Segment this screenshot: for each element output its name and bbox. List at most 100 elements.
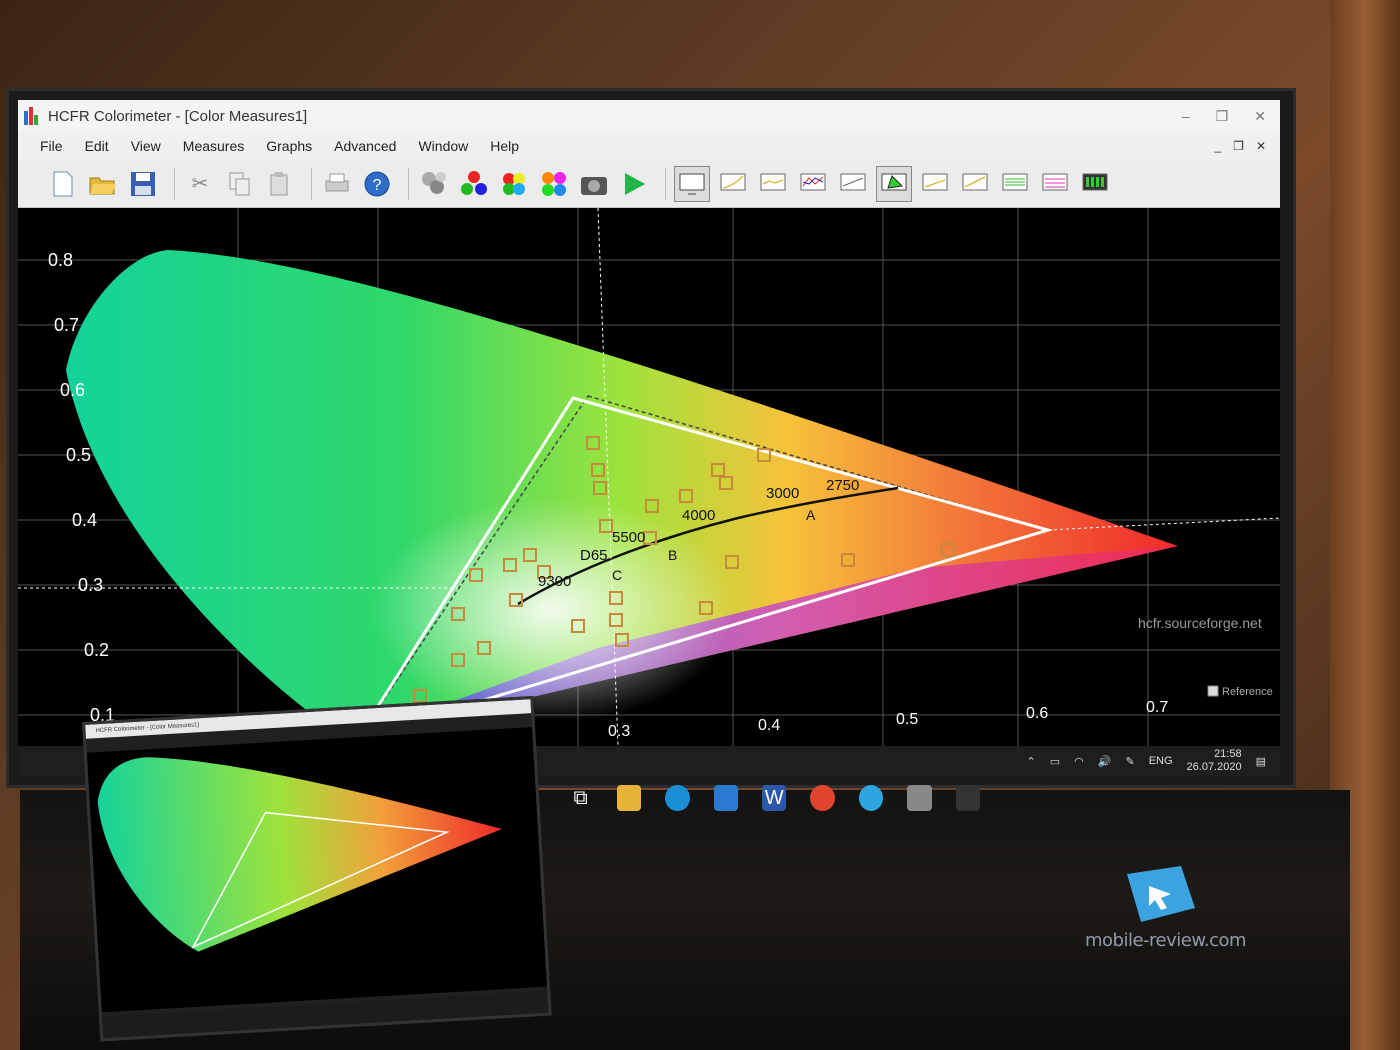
clock-date: 26.07.2020 xyxy=(1186,761,1242,773)
gamma-icon[interactable] xyxy=(716,167,750,201)
reference-label: Reference xyxy=(1222,686,1273,698)
temperature-label: 9300 xyxy=(538,573,571,590)
saturation-shift-icon[interactable] xyxy=(998,167,1032,201)
toolbar-separator xyxy=(665,167,666,200)
maximize-button[interactable]: ❐ xyxy=(1216,108,1229,125)
camera-icon[interactable] xyxy=(577,167,611,201)
temperature-label: D65 xyxy=(580,547,608,564)
chrome-icon[interactable] xyxy=(810,785,835,811)
toolbar-separator xyxy=(311,167,312,200)
menu-graphs[interactable]: Graphs xyxy=(255,138,323,154)
laptop-screen: HCFR Colorimeter - [Color Measures1] xyxy=(82,695,552,1042)
minimize-button[interactable]: – xyxy=(1182,108,1190,125)
rgb-levels-icon[interactable] xyxy=(796,167,830,201)
cie-chart-area: 0.8 0.7 0.6 0.5 0.4 0.3 0.2 0.1 0.3 0.4 0.5 0.6 0.7 9… xyxy=(18,207,1280,747)
credit-text: hcfr.sourceforge.net xyxy=(1138,615,1262,631)
menu-file[interactable]: File xyxy=(18,138,74,154)
y-tick-label: 0.6 xyxy=(60,380,85,400)
wifi-icon[interactable]: ◠ xyxy=(1074,755,1084,768)
sensor-icon[interactable] xyxy=(417,167,451,201)
x-tick-label: 0.4 xyxy=(758,717,780,734)
help-icon[interactable]: ? xyxy=(360,167,394,201)
luminance-icon[interactable] xyxy=(756,167,790,201)
cut-icon[interactable]: ✂ xyxy=(183,167,217,201)
telegram-icon[interactable] xyxy=(858,785,884,811)
menu-bar: File Edit View Measures Graphs Advanced … xyxy=(18,132,1280,160)
y-tick-label: 0.8 xyxy=(48,250,73,270)
menu-view[interactable]: View xyxy=(120,138,172,154)
doc-restore-button[interactable]: ❐ xyxy=(1233,139,1244,153)
colors-icon[interactable] xyxy=(497,167,531,201)
cie-diagram: 0.80.70.60.50.40.30.20.10.3 0.4 0.5 0.6 0.79… xyxy=(18,207,1280,747)
x-tick-label: 0.6 xyxy=(1026,705,1048,722)
measures-view-icon[interactable] xyxy=(674,165,710,202)
new-icon[interactable] xyxy=(46,167,80,201)
near-white-icon[interactable] xyxy=(958,167,992,201)
saturation-lum-icon[interactable] xyxy=(1038,167,1072,201)
menu-measures[interactable]: Measures xyxy=(172,138,255,154)
laptop-cie-chart xyxy=(86,727,548,1013)
menu-edit[interactable]: Edit xyxy=(74,138,120,154)
temperature-label: 2750 xyxy=(826,477,859,494)
doc-close-button[interactable]: ✕ xyxy=(1256,139,1266,153)
reference-checkbox[interactable] xyxy=(1207,685,1219,697)
pen-icon[interactable]: ✎ xyxy=(1125,755,1134,768)
edge-icon[interactable] xyxy=(665,785,690,811)
calculator-icon[interactable] xyxy=(907,785,932,811)
toolbar-separator xyxy=(408,167,409,200)
save-icon[interactable] xyxy=(126,167,160,201)
x-tick-label: 0.3 xyxy=(608,723,630,740)
color-comparator-icon[interactable] xyxy=(1078,167,1112,201)
open-icon[interactable] xyxy=(86,167,120,201)
window-title: HCFR Colorimeter - [Color Measures1] xyxy=(48,107,308,125)
doc-minimize-button[interactable]: _ xyxy=(1214,139,1221,153)
y-tick-label: 0.2 xyxy=(84,640,109,660)
watermark-logo-icon xyxy=(1127,866,1195,922)
app-logo-icon xyxy=(24,107,42,125)
tv-screen: HCFR Colorimeter - [Color Measures1] – ❐… xyxy=(18,100,1280,776)
menu-help[interactable]: Help xyxy=(479,138,530,154)
chevron-up-icon[interactable]: ⌃ xyxy=(1027,755,1036,768)
y-tick-label: 0.5 xyxy=(66,445,91,465)
x-tick-label: 0.5 xyxy=(896,711,918,728)
watermark-text: mobile-review.com xyxy=(1085,930,1247,951)
file-explorer-icon[interactable] xyxy=(616,785,642,811)
y-tick-label: 0.7 xyxy=(54,315,79,335)
clock[interactable]: 21:58 26.07.2020 xyxy=(1187,748,1242,774)
close-button[interactable]: ✕ xyxy=(1254,108,1266,125)
language-indicator[interactable]: ENG xyxy=(1149,755,1173,767)
temperature-label: 3000 xyxy=(766,485,799,502)
temperature-label: 5500 xyxy=(612,529,645,546)
x-tick-label: 0.7 xyxy=(1146,699,1168,716)
battery-icon[interactable]: ▭ xyxy=(1050,755,1060,768)
taskbar-app-icons: ○ ⧉ W xyxy=(520,778,981,818)
copy-icon[interactable] xyxy=(223,167,257,201)
notifications-icon[interactable]: ▤ xyxy=(1256,755,1266,768)
illuminant-label: A xyxy=(806,507,816,523)
mail-icon[interactable] xyxy=(713,785,739,811)
system-tray: ⌃ ▭ ◠ 🔊 ✎ ENG 21:58 26.07.2020 ▤ xyxy=(1027,748,1266,774)
toolbar-separator xyxy=(174,167,175,200)
rgb-icon[interactable] xyxy=(457,167,491,201)
word-icon[interactable]: W xyxy=(762,785,787,811)
near-black-icon[interactable] xyxy=(918,167,952,201)
menu-window[interactable]: Window xyxy=(407,138,479,154)
play-icon[interactable] xyxy=(617,167,651,201)
illuminant-label: B xyxy=(668,547,677,563)
paste-icon[interactable] xyxy=(263,167,297,201)
temperature-label: 4000 xyxy=(682,507,715,524)
color-temp-icon[interactable] xyxy=(836,167,870,201)
print-icon[interactable] xyxy=(320,167,354,201)
y-tick-label: 0.3 xyxy=(78,575,103,595)
menu-advanced[interactable]: Advanced xyxy=(323,138,407,154)
illuminant-label: C xyxy=(612,567,622,583)
task-view-icon[interactable]: ⧉ xyxy=(568,785,592,811)
white-point-glow xyxy=(318,418,838,738)
volume-icon[interactable]: 🔊 xyxy=(1098,755,1112,768)
saturations-icon[interactable] xyxy=(537,167,571,201)
toolbar: ✂ ? xyxy=(18,160,1280,208)
y-tick-label: 0.4 xyxy=(72,510,97,530)
cie-diagram-icon[interactable] xyxy=(876,165,912,202)
hcfr-taskbar-icon[interactable] xyxy=(955,785,981,811)
title-bar: HCFR Colorimeter - [Color Measures1] – ❐… xyxy=(18,100,1280,132)
